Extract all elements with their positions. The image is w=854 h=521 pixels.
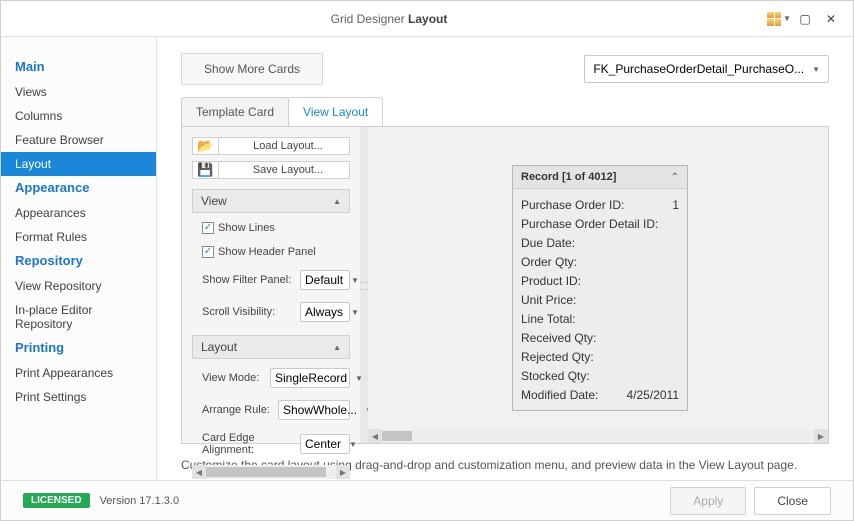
apply-button[interactable]: Apply — [670, 487, 746, 515]
scroll-visibility-combo[interactable]: Always ▼ — [300, 302, 350, 322]
card-row: Rejected Qty: — [521, 347, 679, 366]
save-icon: 💾 — [193, 162, 219, 178]
close-button[interactable]: Close — [754, 487, 831, 515]
layout-section-header[interactable]: Layout ▲ — [192, 335, 350, 359]
show-filter-combo[interactable]: Default ▼ — [300, 270, 350, 290]
show-header-label: Show Header Panel — [218, 246, 316, 258]
sidebar-item-view-repository[interactable]: View Repository — [1, 274, 156, 298]
sidebar-group-header: Printing — [1, 336, 156, 361]
tab-template-card[interactable]: Template Card — [181, 97, 289, 126]
sidebar-group-header: Appearance — [1, 176, 156, 201]
chevron-down-icon: ▼ — [349, 440, 357, 449]
record-card[interactable]: Record [1 of 4012] ⌃ Purchase Order ID: 1… — [512, 165, 688, 411]
card-field-label: Product ID: — [521, 274, 581, 288]
sidebar-group-header: Main — [1, 55, 156, 80]
card-field-label: Purchase Order ID: — [521, 198, 624, 212]
scroll-left-icon[interactable]: ◀ — [192, 465, 206, 479]
combo-value: FK_PurchaseOrderDetail_PurchaseO... — [593, 62, 804, 76]
sidebar-item-views[interactable]: Views — [1, 80, 156, 104]
view-section-header[interactable]: View ▲ — [192, 189, 350, 213]
card-field-label: Stocked Qty: — [521, 369, 590, 383]
sidebar-item-appearances[interactable]: Appearances — [1, 201, 156, 225]
scroll-right-icon[interactable]: ▶ — [336, 465, 350, 479]
scroll-visibility-label: Scroll Visibility: — [202, 306, 296, 318]
card-field-label: Modified Date: — [521, 388, 598, 402]
sidebar-item-print-appearances[interactable]: Print Appearances — [1, 361, 156, 385]
card-field-label: Received Qty: — [521, 331, 596, 345]
sidebar-item-layout[interactable]: Layout — [1, 152, 156, 176]
view-selector-combo[interactable]: FK_PurchaseOrderDetail_PurchaseO... ▼ — [584, 55, 829, 83]
scroll-left-icon[interactable]: ◀ — [368, 429, 382, 443]
sidebar-group-header: Repository — [1, 249, 156, 274]
show-header-checkbox[interactable]: ✓ — [202, 246, 214, 258]
splitter[interactable]: ⋮⋮ — [360, 127, 368, 443]
arrange-rule-label: Arrange Rule: — [202, 404, 274, 416]
show-lines-label: Show Lines — [218, 222, 275, 234]
grid-icon — [767, 12, 781, 26]
card-row: Order Qty: — [521, 252, 679, 271]
preview-pane: Record [1 of 4012] ⌃ Purchase Order ID: 1… — [368, 127, 828, 443]
collapse-card-button[interactable]: ⌃ — [671, 172, 679, 183]
card-row: Due Date: — [521, 233, 679, 252]
card-field-value: 4/25/2011 — [627, 388, 680, 402]
card-row: Unit Price: — [521, 290, 679, 309]
save-layout-button[interactable]: 💾 Save Layout... — [192, 161, 350, 179]
collapse-icon: ▲ — [333, 343, 341, 352]
tab-view-layout[interactable]: View Layout — [288, 97, 383, 126]
load-layout-button[interactable]: 📂 Load Layout... — [192, 137, 350, 155]
collapse-icon: ▲ — [333, 197, 341, 206]
arrange-rule-combo[interactable]: ShowWhole... ▼ — [278, 400, 350, 420]
scroll-right-icon[interactable]: ▶ — [814, 429, 828, 443]
window-title: Grid Designer Layout — [11, 12, 767, 26]
card-row: Modified Date: 4/25/2011 — [521, 385, 679, 404]
card-field-label: Due Date: — [521, 236, 575, 250]
show-lines-checkbox[interactable]: ✓ — [202, 222, 214, 234]
tabs: Template Card View Layout — [181, 97, 829, 126]
card-row: Purchase Order Detail ID: — [521, 214, 679, 233]
settings-scrollbar[interactable]: ◀ ▶ — [192, 465, 350, 479]
chevron-down-icon: ▼ — [351, 276, 359, 285]
card-field-label: Line Total: — [521, 312, 576, 326]
card-row: Purchase Order ID: 1 — [521, 195, 679, 214]
show-filter-label: Show Filter Panel: — [202, 274, 296, 286]
card-row: Received Qty: — [521, 328, 679, 347]
view-picker-button[interactable]: ▼ — [767, 7, 791, 31]
card-field-label: Rejected Qty: — [521, 350, 594, 364]
sidebar-item-print-settings[interactable]: Print Settings — [1, 385, 156, 409]
sidebar-item-in-place-editor-repository[interactable]: In-place Editor Repository — [1, 298, 156, 336]
chevron-down-icon: ▼ — [355, 374, 363, 383]
card-row: Stocked Qty: — [521, 366, 679, 385]
card-edge-combo[interactable]: Center ▼ — [300, 434, 350, 454]
license-badge: LICENSED — [23, 493, 90, 508]
chevron-down-icon: ▼ — [812, 65, 820, 74]
sidebar-item-columns[interactable]: Columns — [1, 104, 156, 128]
close-window-button[interactable]: ✕ — [819, 7, 843, 31]
show-more-cards-button[interactable]: Show More Cards — [181, 53, 323, 85]
card-title: Record [1 of 4012] — [521, 171, 616, 183]
settings-pane: 📂 Load Layout... 💾 Save Layout... View ▲… — [182, 127, 360, 443]
maximize-button[interactable]: ▢ — [793, 7, 817, 31]
card-field-label: Purchase Order Detail ID: — [521, 217, 658, 231]
card-row: Product ID: — [521, 271, 679, 290]
card-edge-label: Card Edge Alignment: — [202, 432, 296, 456]
chevron-down-icon: ▼ — [783, 14, 791, 23]
card-field-label: Unit Price: — [521, 293, 576, 307]
chevron-down-icon: ▼ — [351, 308, 359, 317]
sidebar-item-format-rules[interactable]: Format Rules — [1, 225, 156, 249]
preview-scrollbar[interactable]: ◀ ▶ — [368, 429, 828, 443]
card-field-label: Order Qty: — [521, 255, 577, 269]
view-mode-label: View Mode: — [202, 372, 266, 384]
card-row: Line Total: — [521, 309, 679, 328]
folder-open-icon: 📂 — [193, 138, 219, 154]
sidebar-item-feature-browser[interactable]: Feature Browser — [1, 128, 156, 152]
card-field-value: 1 — [672, 198, 679, 212]
view-mode-combo[interactable]: SingleRecord ▼ — [270, 368, 350, 388]
sidebar: MainViewsColumnsFeature BrowserLayoutApp… — [1, 37, 157, 480]
version-label: Version 17.1.3.0 — [100, 495, 180, 507]
